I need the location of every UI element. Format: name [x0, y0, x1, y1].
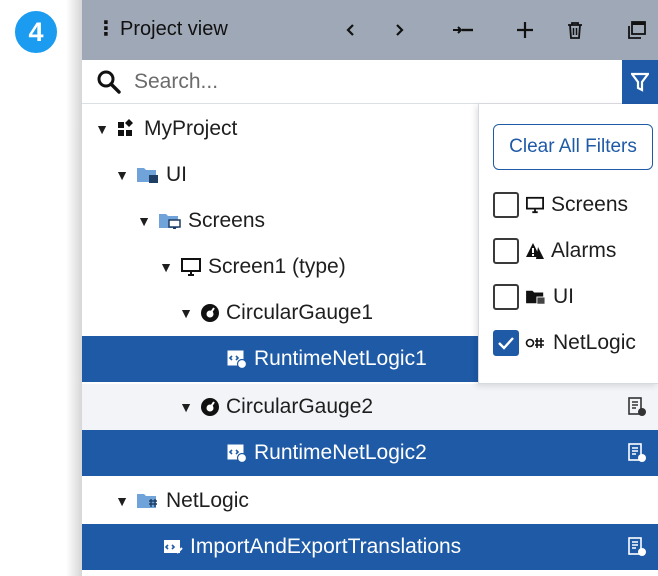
- search-icon: [97, 70, 121, 94]
- tree-item-label: UI: [166, 163, 187, 186]
- filter-option-label: NetLogic: [553, 331, 636, 354]
- caret-down-icon[interactable]: ▼: [136, 213, 152, 229]
- kebab-menu-icon[interactable]: ⋮: [96, 16, 116, 41]
- gauge-icon: [201, 398, 219, 416]
- caret-down-icon[interactable]: ▼: [178, 399, 194, 415]
- checkbox[interactable]: [493, 238, 519, 264]
- caret-down-icon[interactable]: ▼: [114, 493, 130, 509]
- object-properties-icon[interactable]: [626, 442, 648, 464]
- netlogic-icon: [525, 338, 544, 348]
- step-badge: 4: [12, 8, 60, 56]
- filter-option-alarms[interactable]: Alarms: [493, 236, 616, 266]
- filter-option-label: Screens: [551, 193, 629, 216]
- monitor-icon: [526, 196, 544, 214]
- chevron-right-icon[interactable]: [384, 14, 414, 46]
- tree-item-circulargauge2[interactable]: ▼ CircularGauge2: [82, 384, 658, 430]
- project-icon: [118, 119, 133, 136]
- caret-down-icon[interactable]: ▼: [114, 167, 130, 183]
- collapse-all-icon[interactable]: [448, 14, 478, 46]
- ui-folder-icon: [137, 168, 158, 183]
- tree-item-label: ImportAndExportTranslations: [190, 535, 462, 558]
- panel-header: ⋮ Project view: [82, 0, 658, 60]
- tree-item-label: NetLogic: [166, 489, 249, 512]
- trash-icon[interactable]: [560, 14, 590, 46]
- panel-shadow: [66, 0, 82, 576]
- filter-option-ui[interactable]: UI: [493, 282, 574, 312]
- chevron-left-icon[interactable]: [336, 14, 366, 46]
- clear-all-filters-button[interactable]: Clear All Filters: [493, 124, 653, 170]
- checkbox[interactable]: [493, 192, 519, 218]
- screens-folder-icon: [159, 214, 181, 229]
- add-icon[interactable]: [510, 14, 540, 46]
- caret-down-icon[interactable]: ▼: [158, 259, 174, 275]
- netlogic-script-icon: [227, 444, 248, 464]
- gauge-icon: [201, 304, 219, 322]
- object-properties-icon[interactable]: [626, 536, 648, 558]
- alarm-icon: [526, 243, 544, 259]
- filter-icon: [631, 72, 649, 92]
- tree-item-label: MyProject: [144, 117, 238, 140]
- tree-item-label: RuntimeNetLogic2: [254, 441, 427, 464]
- filter-option-label: Alarms: [551, 239, 617, 262]
- new-window-icon[interactable]: [622, 14, 652, 46]
- ui-folder-icon: [526, 290, 546, 305]
- tree-item-label: CircularGauge2: [226, 395, 374, 418]
- checkmark-icon: [498, 337, 514, 350]
- object-properties-icon[interactable]: [626, 396, 648, 418]
- netlogic-script-icon: [164, 540, 183, 554]
- filter-button[interactable]: [622, 60, 658, 104]
- caret-down-icon[interactable]: ▼: [178, 305, 194, 321]
- netlogic-folder-icon: [137, 494, 157, 508]
- tree-item-label: Screens: [188, 209, 266, 232]
- monitor-icon: [181, 258, 201, 276]
- search-bar: [82, 60, 658, 104]
- search-input[interactable]: [134, 67, 604, 97]
- tree-item-label: CircularGauge1: [226, 301, 374, 324]
- tree-item-runtimenetlogic2[interactable]: RuntimeNetLogic2: [82, 430, 658, 476]
- filter-popover: Clear All Filters Screens Alarms UI NetL…: [478, 104, 658, 384]
- project-view-panel: ⋮ Project view Search... ▼ MyProject ▼ U…: [82, 0, 658, 576]
- checkbox-checked[interactable]: [493, 330, 519, 356]
- tree-item-importandexporttranslations[interactable]: ImportAndExportTranslations: [82, 524, 658, 570]
- tree-item-label: Screen1 (type): [208, 255, 346, 278]
- filter-option-screens[interactable]: Screens: [493, 190, 628, 220]
- filter-option-label: UI: [553, 285, 574, 308]
- caret-down-icon[interactable]: ▼: [94, 121, 110, 137]
- tree-item-label: RuntimeNetLogic1: [254, 347, 427, 370]
- tree-item-netlogic-folder[interactable]: ▼ NetLogic: [82, 478, 658, 524]
- netlogic-script-icon: [227, 350, 248, 370]
- checkbox[interactable]: [493, 284, 519, 310]
- panel-title: Project view: [120, 18, 228, 40]
- filter-option-netlogic[interactable]: NetLogic: [493, 328, 636, 358]
